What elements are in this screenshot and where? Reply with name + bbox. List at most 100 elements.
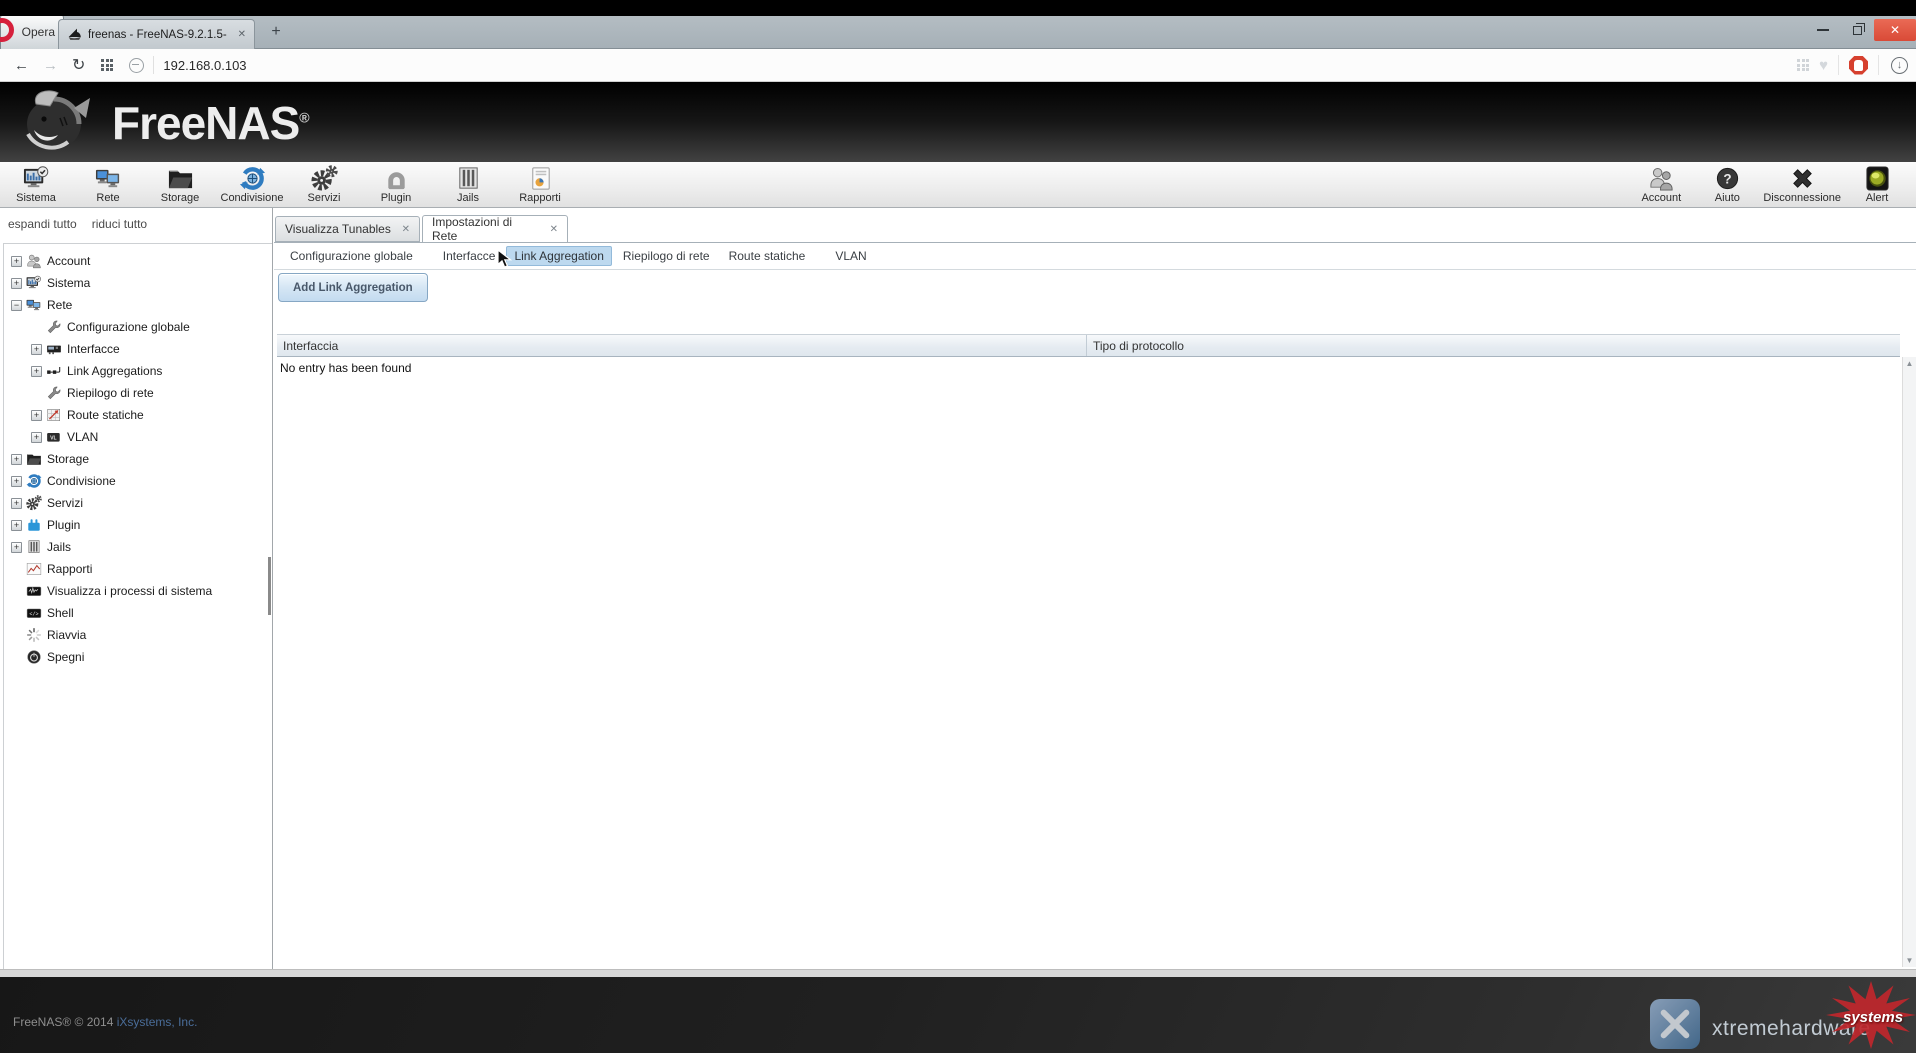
forward-button[interactable]: → [43,57,58,74]
minimize-button[interactable] [1806,20,1840,40]
browser-tab-active[interactable]: freenas - FreeNAS-9.2.1.5- ✕ [58,19,255,49]
tree-item-storage[interactable]: + Storage [4,448,272,470]
toolbar-item-rapporti[interactable]: Rapporti [504,162,576,207]
subtab-vlan[interactable]: VLAN [827,246,874,266]
blocker-badge-icon[interactable] [1849,56,1868,75]
tab-impostazioni-di-rete[interactable]: Impostazioni di Rete ✕ [422,215,568,243]
expander-icon[interactable]: + [11,278,22,289]
vlan-icon [46,429,62,445]
tree-item-rapporti[interactable]: Rapporti [4,558,272,580]
tree-item-shell[interactable]: Shell [4,602,272,624]
content-scrollbar[interactable]: ▲ ▼ [1902,357,1916,967]
tree-item-route-statiche[interactable]: + Route statiche [4,404,272,426]
toolbar-item-sistema[interactable]: Sistema [0,162,72,207]
screenshot-root: Opera freenas - FreeNAS-9.2.1.5- ✕ + ✕ ←… [0,0,1916,1053]
reload-button[interactable]: ↻ [72,55,85,75]
subtab-interfacce[interactable]: Interfacce [435,246,504,266]
tab-visualizza-tunables[interactable]: Visualizza Tunables ✕ [275,216,420,242]
site-info-icon[interactable] [129,58,144,73]
tree-controls: espandi tutto riduci tutto [8,217,162,231]
tree-item-rete[interactable]: − Rete [4,294,272,316]
tree-item-account[interactable]: + Account [4,250,272,272]
tree-item-servizi[interactable]: + Servizi [4,492,272,514]
column-header-tipo-di-protocollo[interactable]: Tipo di protocollo [1087,335,1900,356]
tree-item-spegni[interactable]: Spegni [4,646,272,668]
expander-icon[interactable]: + [11,476,22,487]
expander-icon[interactable]: + [31,366,42,377]
subtab-route-statiche[interactable]: Route statiche [721,246,814,266]
expander-icon[interactable]: + [31,344,42,355]
url-text[interactable]: 192.168.0.103 [163,58,246,73]
tree-item-interfacce[interactable]: + Interfacce [4,338,272,360]
expand-all-link[interactable]: espandi tutto [8,217,77,231]
minimize-icon [1817,29,1829,31]
collapse-expander-icon[interactable]: − [11,300,22,311]
system-icon [23,165,50,192]
tree-item-plugin[interactable]: + Plugin [4,514,272,536]
jails-icon [455,165,482,192]
network-subtab-bar: Configurazione globale Interfacce Link A… [274,243,1916,270]
help-icon [1714,165,1741,192]
back-button[interactable]: ← [14,57,29,74]
expander-icon[interactable]: + [31,410,42,421]
download-icon[interactable]: ↓ [1891,57,1908,74]
toolbar-item-jails[interactable]: Jails [432,162,504,207]
toolbar-item-plugin[interactable]: Plugin [360,162,432,207]
main-content: Visualizza Tunables ✕ Impostazioni di Re… [274,208,1916,969]
tree-item-riavvia[interactable]: Riavvia [4,624,272,646]
extensions-grid-icon[interactable] [1797,59,1809,71]
new-tab-button[interactable]: + [264,22,288,43]
plugin-icon [383,165,410,192]
reboot-icon [26,627,42,643]
freenas-toolbar: Sistema Rete Storage Condivisione Serviz… [0,162,1916,208]
speed-dial-icon[interactable] [101,59,113,71]
scroll-down-icon[interactable]: ▼ [1906,956,1914,965]
add-link-aggregation-button[interactable]: Add Link Aggregation [278,273,428,302]
toolbar-item-account[interactable]: Account [1628,162,1694,207]
tree-item-vlan[interactable]: + VLAN [4,426,272,448]
link-aggregation-icon [46,363,62,379]
expander-icon[interactable]: + [11,498,22,509]
tree-item-condivisione[interactable]: + Condivisione [4,470,272,492]
opera-menu-label: Opera [22,25,55,39]
toolbar-item-disconnessione[interactable]: Disconnessione [1760,162,1844,207]
toolbar-item-aiuto[interactable]: Aiuto [1694,162,1760,207]
subtab-link-aggregation[interactable]: Link Aggregation [506,246,611,266]
browser-tab-title: freenas - FreeNAS-9.2.1.5- [88,29,232,41]
column-header-interfaccia[interactable]: Interfaccia [277,335,1087,356]
collapse-all-link[interactable]: riduci tutto [92,217,147,231]
registered-mark: ® [299,110,308,126]
subtab-riepilogo-di-rete[interactable]: Riepilogo di rete [615,246,718,266]
bookmark-heart-icon[interactable]: ♥ [1819,57,1828,74]
close-window-button[interactable]: ✕ [1874,19,1916,41]
wrench-icon [46,319,62,335]
toolbar-item-rete[interactable]: Rete [72,162,144,207]
restore-button[interactable] [1840,20,1874,40]
shutdown-icon [26,649,42,665]
tree-item-riepilogo-di-rete[interactable]: Riepilogo di rete [4,382,272,404]
expander-icon[interactable]: + [31,432,42,443]
watermark-suffix: systems [1843,1009,1903,1026]
subtab-configurazione-globale[interactable]: Configurazione globale [282,246,421,266]
tree-item-processi-di-sistema[interactable]: Visualizza i processi di sistema [4,580,272,602]
product-title: FreeNAS® [112,96,309,150]
toolbar-item-condivisione[interactable]: Condivisione [216,162,288,207]
sidebar-scrollbar-thumb[interactable] [268,557,271,615]
expander-icon[interactable]: + [11,454,22,465]
scroll-up-icon[interactable]: ▲ [1906,359,1914,368]
tab-close-icon[interactable]: ✕ [392,224,410,235]
toolbar-item-servizi[interactable]: Servizi [288,162,360,207]
expander-icon[interactable]: + [11,256,22,267]
tab-close-icon[interactable]: ✕ [540,224,558,235]
toolbar-item-storage[interactable]: Storage [144,162,216,207]
tree-item-jails[interactable]: + Jails [4,536,272,558]
tab-close-icon[interactable]: ✕ [238,29,246,40]
tree-item-link-aggregations[interactable]: + Link Aggregations [4,360,272,382]
expander-icon[interactable]: + [11,520,22,531]
tree-item-sistema[interactable]: + Sistema [4,272,272,294]
url-field[interactable]: 192.168.0.103 [129,56,1781,74]
tree-item-configurazione-globale[interactable]: Configurazione globale [4,316,272,338]
ixsystems-link[interactable]: iXsystems, Inc. [117,1015,198,1029]
expander-icon[interactable]: + [11,542,22,553]
toolbar-item-alert[interactable]: Alert [1844,162,1910,207]
